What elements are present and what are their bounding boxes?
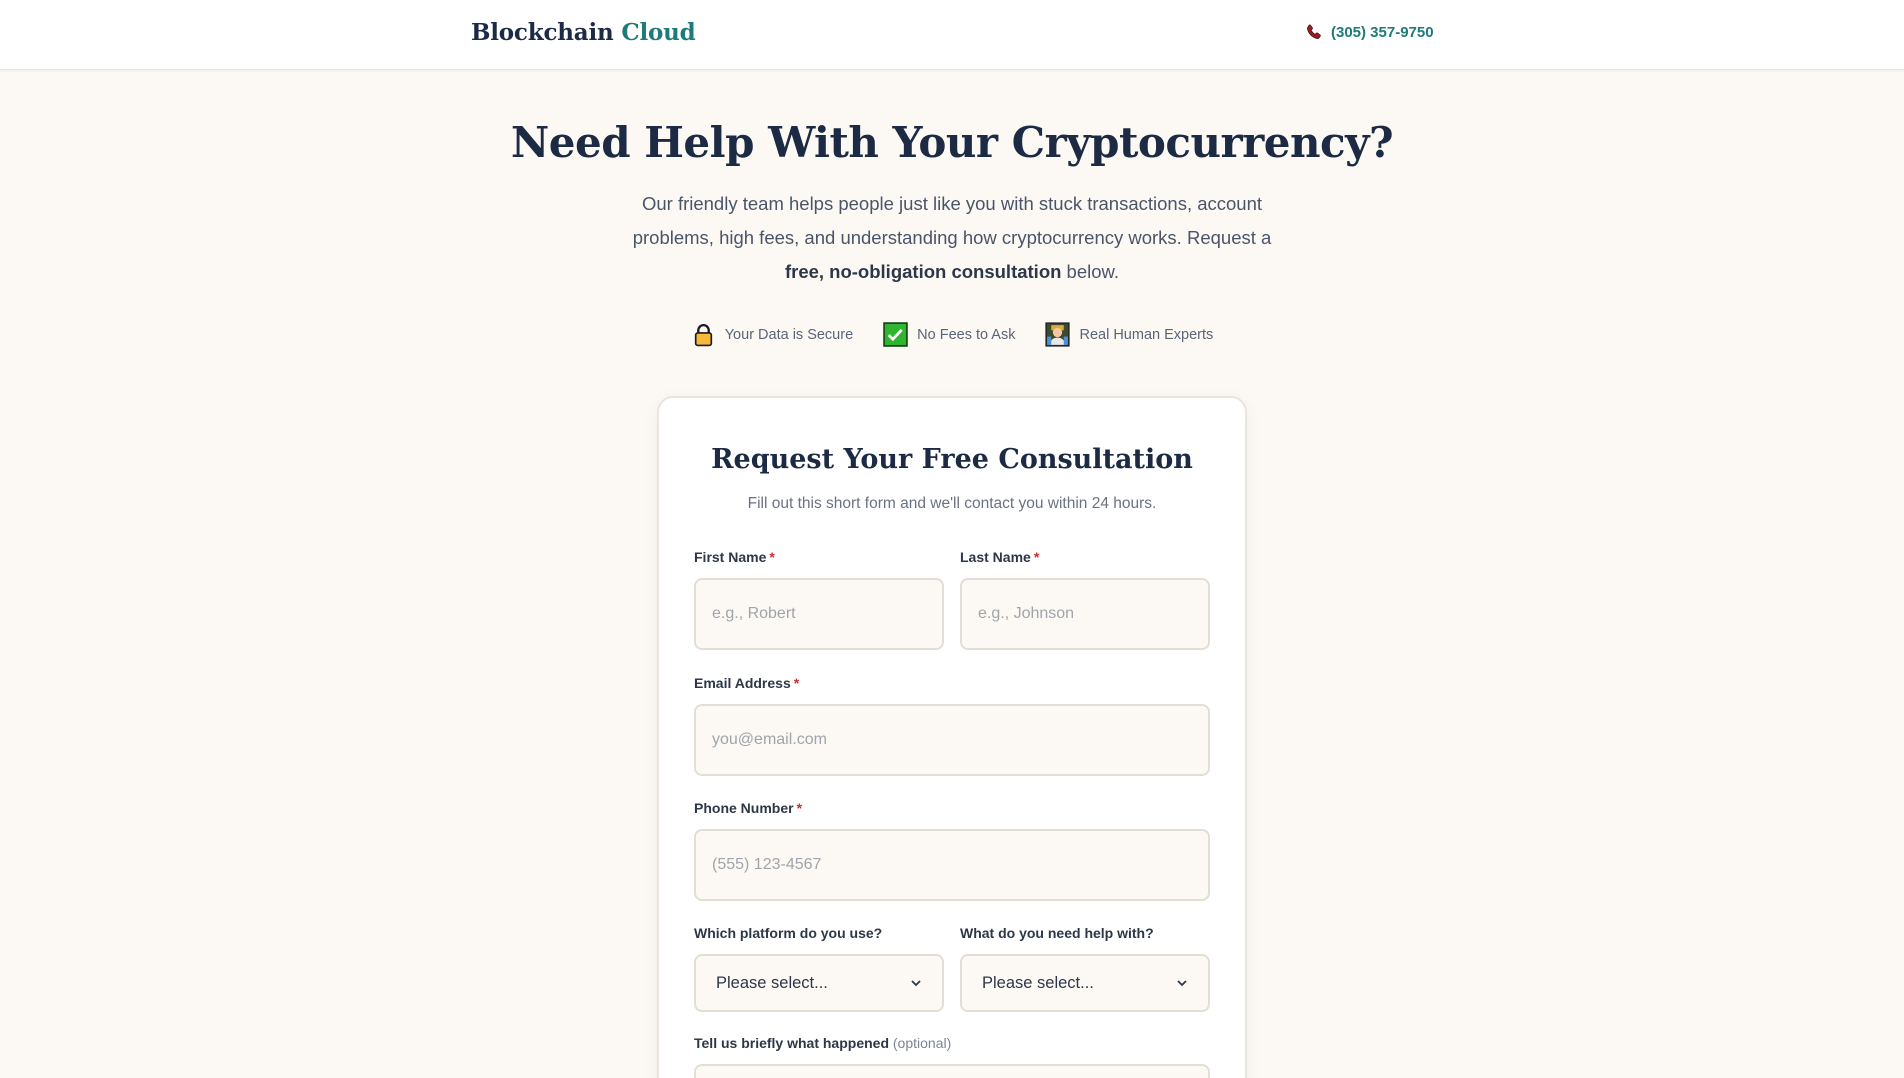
platform-label: Which platform do you use? — [694, 925, 883, 941]
first-name-label: First Name * — [694, 549, 775, 565]
badge-experts-label: Real Human Experts — [1079, 326, 1214, 343]
platform-selected: Please select... — [716, 973, 828, 992]
consultation-form-card: Request Your Free Consultation Fill out … — [657, 396, 1247, 1078]
logo-main: Blockchain — [471, 19, 614, 46]
last-name-label: Last Name * — [960, 549, 1040, 565]
page-title: Need Help With Your Cryptocurrency? — [510, 118, 1394, 167]
platform-select[interactable]: Please select... — [694, 954, 944, 1012]
site-header: Blockchain Cloud (305) 357-9750 — [0, 0, 1904, 70]
chevron-down-icon — [911, 980, 921, 987]
details-textarea[interactable] — [694, 1064, 1210, 1078]
phone-label: Phone Number * — [694, 800, 803, 816]
lock-icon — [694, 324, 712, 347]
phone-icon — [1307, 24, 1321, 40]
logo-accent: Cloud — [621, 19, 696, 46]
site-logo[interactable]: Blockchain Cloud — [471, 19, 696, 46]
email-input[interactable] — [694, 704, 1210, 776]
checkmark-icon — [883, 322, 908, 347]
phone-number: (305) 357-9750 — [1331, 24, 1434, 41]
first-name-input[interactable] — [694, 578, 944, 650]
details-label: Tell us briefly what happened (optional) — [694, 1035, 952, 1051]
badge-no-fees: No Fees to Ask — [883, 322, 1015, 347]
email-label: Email Address * — [694, 675, 800, 691]
badge-no-fees-label: No Fees to Ask — [917, 326, 1016, 343]
form-title: Request Your Free Consultation — [711, 444, 1193, 475]
phone-link[interactable]: (305) 357-9750 — [1304, 23, 1434, 42]
hero-subtitle-after: below. — [1061, 261, 1120, 282]
person-icon — [1045, 322, 1071, 347]
form-subtitle: Fill out this short form and we'll conta… — [747, 495, 1157, 512]
help-topic-label: What do you need help with? — [960, 925, 1154, 941]
help-topic-selected: Please select... — [982, 973, 1094, 992]
badge-secure-label: Your Data is Secure — [724, 326, 854, 343]
hero-subtitle: Our friendly team helps people just like… — [632, 187, 1272, 289]
trust-badges: Your Data is Secure No Fees to Ask Real … — [0, 322, 1904, 347]
phone-input[interactable] — [694, 829, 1210, 901]
hero-subtitle-before: Our friendly team helps people just like… — [632, 193, 1272, 248]
hero-subtitle-bold: free, no-obligation consultation — [784, 261, 1062, 282]
badge-experts: Real Human Experts — [1045, 322, 1213, 347]
last-name-input[interactable] — [960, 578, 1210, 650]
help-topic-select[interactable]: Please select... — [960, 954, 1210, 1012]
badge-secure: Your Data is Secure — [691, 322, 853, 347]
chevron-down-icon — [1177, 980, 1187, 987]
